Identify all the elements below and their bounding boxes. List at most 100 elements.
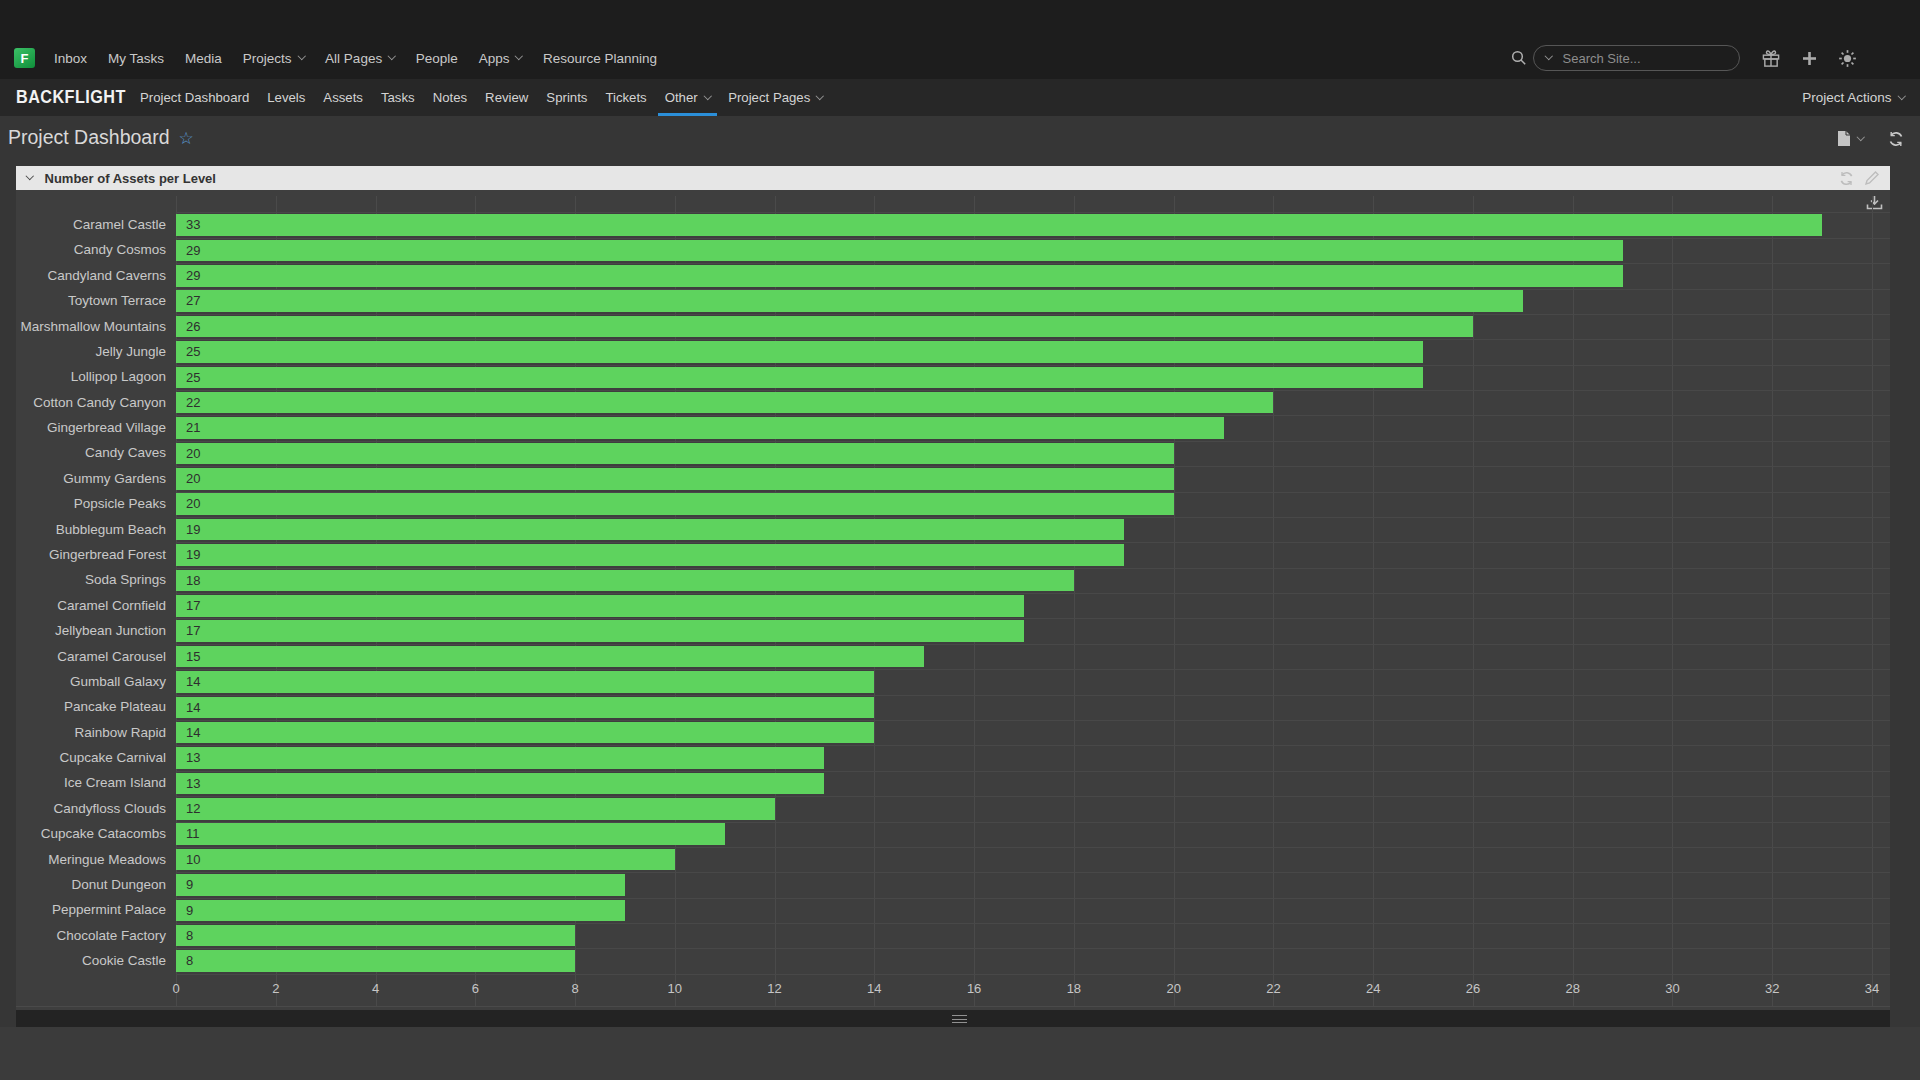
bar-soda-springs[interactable]: 18 [176, 570, 1074, 592]
tab-levels[interactable]: Levels [258, 79, 314, 116]
page-doc-chevron-icon[interactable] [1856, 133, 1864, 141]
sun-icon[interactable] [1838, 49, 1857, 68]
bar-cupcake-catacombs[interactable]: 11 [176, 823, 725, 845]
bar-pancake-plateau[interactable]: 14 [176, 697, 874, 719]
tab-notes[interactable]: Notes [424, 79, 476, 116]
bar-gingerbread-forest[interactable]: 19 [176, 544, 1124, 566]
bar-cupcake-carnival[interactable]: 13 [176, 747, 824, 769]
download-icon[interactable] [1866, 195, 1883, 211]
tab-review[interactable]: Review [476, 79, 537, 116]
category-label: Cookie Castle [16, 952, 166, 970]
x-axis-tick-label: 14 [854, 981, 894, 996]
topbar-nav: Inbox My Tasks Media Projects All Pages Peopl… [54, 51, 678, 66]
gridline [176, 517, 1890, 518]
gridline [176, 669, 1890, 670]
bar-caramel-carousel[interactable]: 15 [176, 646, 924, 668]
gift-icon[interactable] [1761, 49, 1781, 68]
nav-item-all-pages[interactable]: All Pages [325, 51, 395, 66]
bar-value-label: 27 [186, 290, 200, 312]
search-input[interactable]: Search Site... [1533, 45, 1740, 71]
category-label: Toytown Terrace [16, 292, 166, 310]
page-refresh-icon[interactable] [1888, 131, 1904, 147]
bar-cookie-castle[interactable]: 8 [176, 950, 575, 972]
bar-popsicle-peaks[interactable]: 20 [176, 493, 1174, 515]
nav-item-people[interactable]: People [416, 51, 458, 66]
app-logo[interactable]: F [14, 48, 35, 68]
chevron-down-icon [515, 52, 523, 60]
gridline [176, 263, 1890, 264]
search-scope-chevron-icon[interactable] [1545, 52, 1553, 60]
gridline [1672, 196, 1673, 1007]
category-label: Rainbow Rapid [16, 724, 166, 742]
widget-edit-icon[interactable] [1865, 171, 1879, 185]
tab-other[interactable]: Other [656, 79, 719, 116]
tab-project-pages[interactable]: Project Pages [719, 79, 832, 116]
bar-candy-cosmos[interactable]: 29 [176, 240, 1623, 262]
nav-item-projects[interactable]: Projects [243, 51, 304, 66]
category-label: Pancake Plateau [16, 698, 166, 716]
bar-caramel-cornfield[interactable]: 17 [176, 595, 1024, 617]
tab-tickets[interactable]: Tickets [596, 79, 655, 116]
gridline [176, 238, 1890, 239]
widget-header[interactable]: Number of Assets per Level [16, 166, 1890, 190]
project-name[interactable]: BACKFLIGHT [16, 79, 120, 116]
bar-ice-cream-island[interactable]: 13 [176, 773, 824, 795]
gridline [176, 466, 1890, 467]
tab-sprints[interactable]: Sprints [537, 79, 596, 116]
gridline [176, 644, 1890, 645]
category-label: Gumball Galaxy [16, 673, 166, 691]
scrollbar-handle[interactable] [952, 1015, 967, 1023]
bar-marshmallow-mountains[interactable]: 26 [176, 316, 1473, 338]
bar-peppermint-palace[interactable]: 9 [176, 900, 625, 922]
nav-item-resource-planning[interactable]: Resource Planning [543, 51, 657, 66]
bar-value-label: 25 [186, 367, 200, 389]
category-label: Soda Springs [16, 571, 166, 589]
gridline [176, 314, 1890, 315]
bar-candyfloss-clouds[interactable]: 12 [176, 798, 775, 820]
nav-item-media[interactable]: Media [185, 51, 222, 66]
bar-jellybean-junction[interactable]: 17 [176, 620, 1024, 642]
bar-caramel-castle[interactable]: 33 [176, 214, 1822, 236]
bar-toytown-terrace[interactable]: 27 [176, 290, 1523, 312]
collapse-chevron-icon[interactable] [26, 172, 34, 180]
tab-project-dashboard[interactable]: Project Dashboard [131, 79, 258, 116]
bar-jelly-jungle[interactable]: 25 [176, 341, 1423, 363]
category-label: Candyfloss Clouds [16, 800, 166, 818]
bar-candy-caves[interactable]: 20 [176, 443, 1174, 465]
bar-value-label: 13 [186, 747, 200, 769]
search-icon[interactable] [1511, 50, 1527, 66]
bar-bubblegum-beach[interactable]: 19 [176, 519, 1124, 541]
x-axis-tick-label: 2 [256, 981, 296, 996]
nav-item-inbox[interactable]: Inbox [54, 51, 87, 66]
bar-candyland-caverns[interactable]: 29 [176, 265, 1623, 287]
bar-value-label: 29 [186, 240, 200, 262]
widget-title: Number of Assets per Level [45, 171, 216, 186]
nav-item-my-tasks[interactable]: My Tasks [108, 51, 164, 66]
nav-item-apps[interactable]: Apps [479, 51, 522, 66]
gridline [176, 339, 1890, 340]
chevron-down-icon [816, 92, 824, 100]
category-label: Bubblegum Beach [16, 521, 166, 539]
add-icon[interactable] [1802, 51, 1817, 66]
bar-gingerbread-village[interactable]: 21 [176, 417, 1224, 439]
category-label: Meringue Meadows [16, 851, 166, 869]
chart-area: 0246810121416182022242628303234Caramel C… [16, 190, 1890, 1010]
bar-meringue-meadows[interactable]: 10 [176, 849, 675, 871]
bar-value-label: 21 [186, 417, 200, 439]
bar-chocolate-factory[interactable]: 8 [176, 925, 575, 947]
bar-donut-dungeon[interactable]: 9 [176, 874, 625, 896]
bar-gummy-gardens[interactable]: 20 [176, 468, 1174, 490]
category-label: Gingerbread Village [16, 419, 166, 437]
bar-cotton-candy-canyon[interactable]: 22 [176, 392, 1273, 414]
favorite-star-icon[interactable]: ☆ [179, 128, 194, 149]
widget-refresh-icon[interactable] [1839, 171, 1854, 186]
project-actions-button[interactable]: Project Actions [1802, 79, 1904, 116]
page-doc-icon[interactable] [1837, 130, 1851, 147]
tab-assets[interactable]: Assets [314, 79, 372, 116]
horizontal-scrollbar[interactable] [16, 1010, 1890, 1027]
bar-rainbow-rapid[interactable]: 14 [176, 722, 874, 744]
bar-gumball-galaxy[interactable]: 14 [176, 671, 874, 693]
x-axis-tick-label: 24 [1353, 981, 1393, 996]
bar-lollipop-lagoon[interactable]: 25 [176, 367, 1423, 389]
tab-tasks[interactable]: Tasks [372, 79, 424, 116]
